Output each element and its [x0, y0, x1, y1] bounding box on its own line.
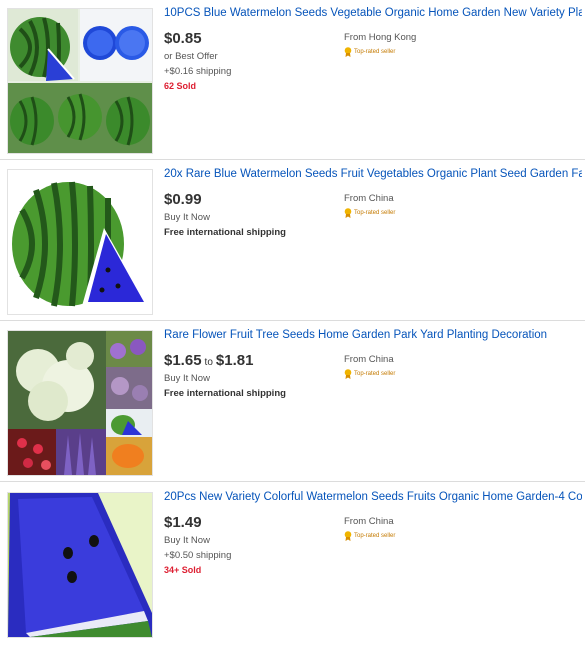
listing-item: 20Pcs New Variety Colorful Watermelon Se… — [0, 484, 585, 644]
top-rated-seller-badge: Top-rated seller — [344, 531, 395, 541]
listing-title[interactable]: 20x Rare Blue Watermelon Seeds Fruit Veg… — [164, 167, 582, 182]
price-value: $1.65 — [164, 352, 202, 369]
listing-title[interactable]: 20Pcs New Variety Colorful Watermelon Se… — [164, 490, 582, 505]
separator — [0, 159, 585, 160]
search-results-list: 10PCS Blue Watermelon Seeds Vegetable Or… — [0, 0, 585, 647]
listing-price: $0.85 — [164, 30, 202, 47]
listing-thumbnail[interactable] — [7, 492, 153, 638]
top-rated-seller-badge: Top-rated seller — [344, 208, 395, 218]
blue-watermelon-icon — [8, 170, 152, 314]
listing-shipping: Free international shipping — [164, 388, 286, 399]
listing-format: or Best Offer — [164, 51, 218, 62]
listing-price: $1.49 — [164, 514, 202, 531]
price-value: $0.99 — [164, 191, 202, 208]
listing-price: $1.65 to $1.81 — [164, 352, 253, 369]
listing-format: Buy It Now — [164, 535, 210, 546]
seller-badge-label: Top-rated seller — [354, 49, 396, 55]
blue-watermelon-slice-icon — [8, 493, 152, 637]
price-max-value: $1.81 — [215, 352, 254, 369]
listing-thumbnail[interactable] — [7, 330, 153, 476]
price-value: $1.49 — [164, 514, 202, 531]
listing-title[interactable]: Rare Flower Fruit Tree Seeds Home Garden… — [164, 328, 582, 343]
listing-shipping: +$0.50 shipping — [164, 550, 232, 561]
medal-icon — [344, 531, 352, 541]
seller-badge-label: Top-rated seller — [354, 371, 396, 377]
listing-origin: From China — [344, 516, 394, 527]
listing-thumbnail[interactable] — [7, 169, 153, 315]
seller-badge-label: Top-rated seller — [354, 533, 396, 539]
listing-thumbnail[interactable] — [7, 8, 153, 154]
flower-collage-icon — [8, 331, 152, 475]
listing-origin: From China — [344, 354, 394, 365]
seller-badge-label: Top-rated seller — [354, 210, 396, 216]
listing-format: Buy It Now — [164, 212, 210, 223]
listing-format: Buy It Now — [164, 373, 210, 384]
separator — [0, 320, 585, 321]
price-value: $0.85 — [164, 30, 202, 47]
medal-icon — [344, 208, 352, 218]
listing-origin: From Hong Kong — [344, 32, 417, 43]
listing-origin: From China — [344, 193, 394, 204]
separator — [0, 481, 585, 482]
top-rated-seller-badge: Top-rated seller — [344, 369, 395, 379]
listing-item: Rare Flower Fruit Tree Seeds Home Garden… — [0, 322, 585, 482]
listing-item: 10PCS Blue Watermelon Seeds Vegetable Or… — [0, 0, 585, 160]
medal-icon — [344, 369, 352, 379]
listing-sold-count: 34+ Sold — [164, 565, 202, 575]
listing-shipping: +$0.16 shipping — [164, 66, 232, 77]
listing-title[interactable]: 10PCS Blue Watermelon Seeds Vegetable Or… — [164, 6, 582, 21]
top-rated-seller-badge: Top-rated seller — [344, 47, 395, 57]
listing-sold-count: 62 Sold — [164, 81, 197, 91]
medal-icon — [344, 47, 352, 57]
listing-shipping: Free international shipping — [164, 227, 286, 238]
price-range-separator: to — [204, 357, 213, 368]
watermelon-collage-icon — [8, 9, 152, 153]
listing-price: $0.99 — [164, 191, 202, 208]
listing-item: 20x Rare Blue Watermelon Seeds Fruit Veg… — [0, 161, 585, 321]
